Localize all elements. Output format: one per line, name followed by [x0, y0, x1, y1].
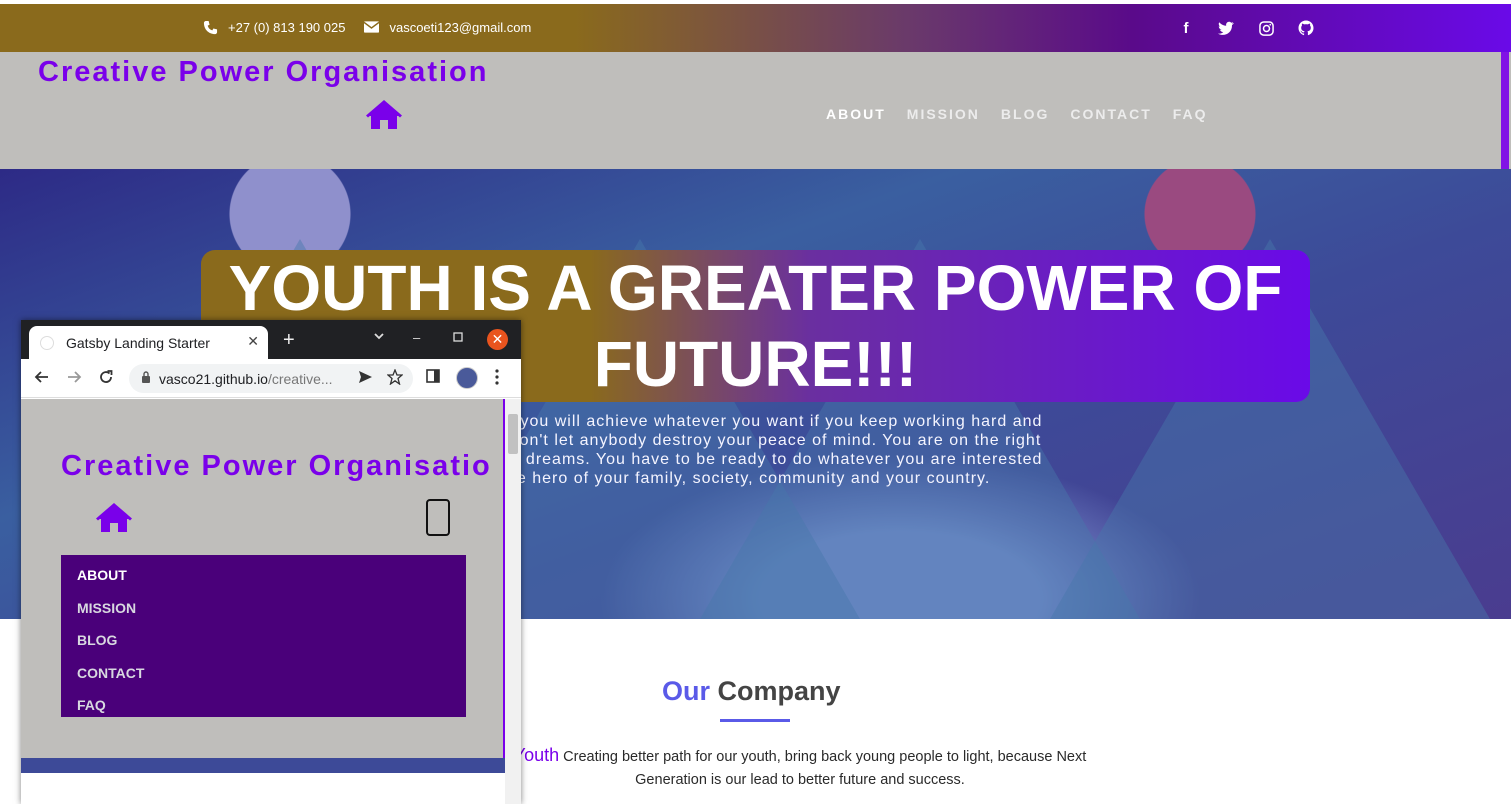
menu-toggle-button[interactable] — [426, 499, 450, 536]
mobile-nav-faq[interactable]: FAQ — [77, 697, 466, 730]
instagram-icon[interactable] — [1256, 18, 1276, 38]
mobile-nav-mission[interactable]: MISSION — [77, 600, 466, 633]
tab-bar: Gatsby Landing Starter ✕ + – ✕ — [21, 320, 521, 359]
bookmark-star-icon[interactable] — [386, 368, 404, 388]
browser-toolbar: vasco21.github.io/creative... — [21, 359, 521, 398]
mobile-nav-menu: ABOUT MISSION BLOG CONTACT FAQ — [61, 555, 466, 717]
mobile-home-icon[interactable] — [96, 503, 132, 533]
company-text-line: Creating better path for our youth, brin… — [563, 749, 1087, 765]
mobile-nav-contact[interactable]: CONTACT — [77, 665, 466, 698]
mobile-view-content: Creative Power Organisatio ABOUT MISSION… — [21, 399, 521, 804]
header-edge-bar — [1501, 52, 1509, 169]
hero-text-line: ore. Don't let anybody destroy your peac… — [470, 432, 1042, 449]
tab-title: Gatsby Landing Starter — [66, 334, 210, 351]
scrollbar-thumb[interactable] — [508, 414, 518, 454]
heading-underline — [720, 719, 790, 722]
profile-avatar[interactable] — [456, 367, 478, 389]
kebab-menu-icon[interactable] — [495, 369, 499, 390]
hero-text-line: e your dreams. You have to be ready to d… — [470, 451, 1043, 468]
hero-text-line: e and you will achieve whatever you want… — [470, 413, 1043, 430]
social-links: f — [1176, 18, 1316, 38]
mobile-hero-strip — [21, 758, 506, 773]
forward-icon[interactable] — [66, 369, 82, 390]
minimize-icon[interactable]: – — [413, 330, 420, 345]
close-tab-icon[interactable]: ✕ — [247, 333, 259, 350]
hero-title-line: YOUTH IS A GREATER POWER OF — [228, 252, 1283, 324]
mobile-nav-about[interactable]: ABOUT — [77, 567, 466, 600]
company-heading-our: Our — [662, 676, 711, 706]
site-header: Creative Power Organisation ABOUT MISSIO… — [0, 52, 1511, 169]
address-bar[interactable]: vasco21.github.io/creative... — [129, 364, 413, 393]
favicon-icon — [40, 335, 54, 350]
browser-window: Gatsby Landing Starter ✕ + – ✕ vasco21.g… — [21, 320, 521, 804]
twitter-icon[interactable] — [1216, 18, 1236, 38]
url-path: /creative... — [267, 370, 333, 387]
github-icon[interactable] — [1296, 18, 1316, 38]
maximize-icon[interactable] — [453, 330, 463, 345]
envelope-icon — [361, 17, 381, 37]
nav-mission[interactable]: MISSION — [907, 106, 980, 122]
browser-tab[interactable]: Gatsby Landing Starter ✕ — [29, 326, 268, 359]
nav-faq[interactable]: FAQ — [1173, 106, 1208, 122]
contact-info: +27 (0) 813 190 025 vascoeti123@gmail.co… — [200, 17, 547, 37]
hero-text: e and you will achieve whatever you want… — [470, 412, 1120, 488]
reload-icon[interactable] — [98, 369, 114, 390]
top-contact-bar: +27 (0) 813 190 025 vascoeti123@gmail.co… — [0, 4, 1511, 52]
facebook-icon[interactable]: f — [1176, 18, 1196, 38]
nav-contact[interactable]: CONTACT — [1070, 106, 1151, 122]
email-address: vascoeti123@gmail.com — [389, 19, 532, 35]
main-nav: ABOUT MISSION BLOG CONTACT FAQ — [826, 106, 1208, 122]
back-icon[interactable] — [34, 369, 50, 390]
nav-about[interactable]: ABOUT — [826, 106, 886, 122]
company-description: Youth Creating better path for our youth… — [500, 744, 1100, 792]
phone-number: +27 (0) 813 190 025 — [228, 19, 346, 35]
lock-icon — [141, 371, 151, 386]
mobile-section-area — [21, 773, 506, 804]
brand-title[interactable]: Creative Power Organisation — [38, 56, 488, 89]
tab-search-icon[interactable] — [373, 330, 385, 345]
nav-blog[interactable]: BLOG — [1001, 106, 1049, 122]
home-icon[interactable] — [366, 100, 402, 130]
new-tab-icon[interactable]: + — [283, 329, 295, 352]
scrollbar[interactable] — [505, 399, 521, 804]
hero-text-line: are the hero of your family, society, co… — [470, 470, 991, 487]
company-heading: Our Company — [662, 676, 841, 707]
window-close-icon[interactable]: ✕ — [487, 329, 508, 350]
send-icon[interactable] — [358, 370, 373, 387]
mobile-nav-blog[interactable]: BLOG — [77, 632, 466, 665]
url-host: vasco21.github.io — [159, 370, 268, 387]
company-text-line: Generation is our lead to better future … — [635, 772, 965, 788]
phone-icon — [200, 17, 220, 37]
company-heading-rest: Company — [717, 676, 841, 706]
mobile-brand-title[interactable]: Creative Power Organisatio — [61, 450, 492, 483]
side-panel-icon[interactable] — [426, 369, 440, 388]
